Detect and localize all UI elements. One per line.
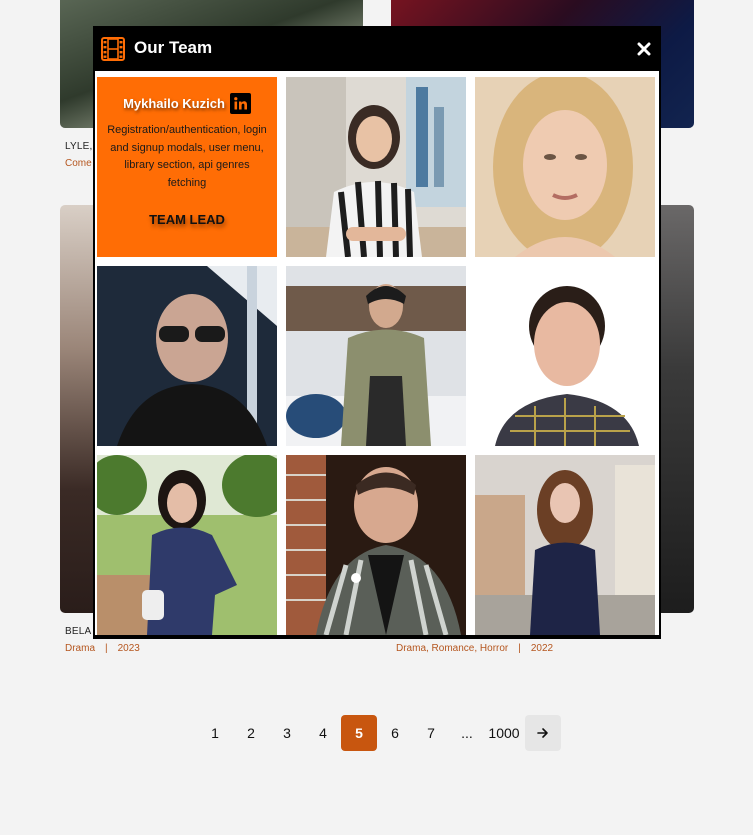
- film-icon: [101, 37, 125, 61]
- team-member-photo[interactable]: [286, 77, 466, 257]
- member-portrait: [475, 455, 655, 635]
- lead-name-row: Mykhailo Kuzich: [107, 93, 267, 114]
- member-portrait: [475, 266, 655, 446]
- member-portrait: [286, 266, 466, 446]
- modal-header: Our Team: [93, 26, 661, 71]
- member-portrait: [97, 266, 277, 446]
- lead-description: Registration/authentication, login and s…: [107, 124, 267, 189]
- team-member-photo[interactable]: [286, 455, 466, 635]
- team-member-photo[interactable]: [97, 455, 277, 635]
- team-member-photo[interactable]: [475, 77, 655, 257]
- lead-role: TEAM LEAD: [149, 212, 225, 227]
- lead-name: Mykhailo Kuzich: [123, 96, 225, 111]
- member-portrait: [286, 77, 466, 257]
- member-portrait: [475, 77, 655, 257]
- team-member-photo[interactable]: [286, 266, 466, 446]
- team-member-photo[interactable]: [475, 455, 655, 635]
- close-button[interactable]: [633, 38, 655, 60]
- team-modal: Our Team Mykhailo Kuzich Registration/au…: [93, 26, 661, 639]
- member-portrait: [286, 455, 466, 635]
- team-member-photo[interactable]: [97, 266, 277, 446]
- team-member-photo[interactable]: [475, 266, 655, 446]
- linkedin-icon[interactable]: [229, 93, 251, 114]
- team-grid: Mykhailo Kuzich Registration/authenticat…: [95, 71, 659, 635]
- member-portrait: [97, 455, 277, 635]
- team-lead-card: Mykhailo Kuzich Registration/authenticat…: [97, 77, 277, 257]
- close-icon: [637, 42, 651, 56]
- modal-title: Our Team: [134, 38, 213, 57]
